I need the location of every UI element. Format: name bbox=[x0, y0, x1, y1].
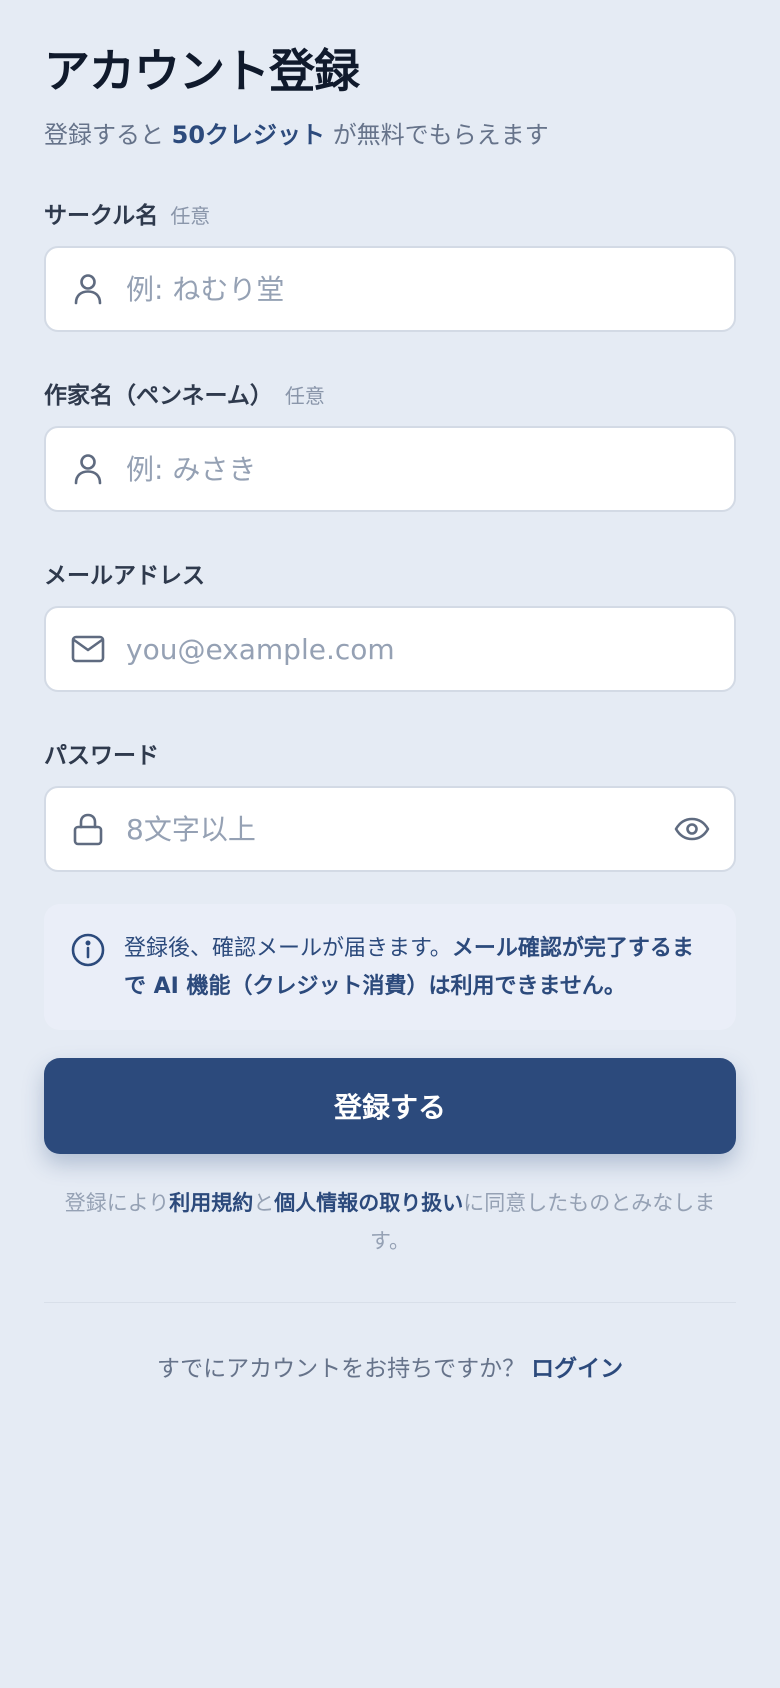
password-input-box[interactable] bbox=[44, 786, 736, 872]
author-name-label: 作家名（ペンネーム） bbox=[44, 383, 273, 409]
author-name-input[interactable] bbox=[126, 439, 734, 499]
terms-of-service-link[interactable]: 利用規約 bbox=[169, 1191, 253, 1215]
login-link[interactable]: ログイン bbox=[531, 1356, 623, 1382]
password-field: パスワード bbox=[44, 736, 736, 872]
terms-pre: 登録により bbox=[64, 1191, 170, 1215]
circle-name-input[interactable] bbox=[126, 259, 734, 319]
eye-icon[interactable] bbox=[672, 809, 712, 849]
circle-name-label: サークル名 bbox=[44, 203, 159, 229]
email-field: メールアドレス bbox=[44, 556, 736, 692]
circle-name-label-row: サークル名 任意 bbox=[44, 196, 736, 230]
page-title: アカウント登録 bbox=[44, 44, 360, 98]
email-input[interactable] bbox=[126, 619, 734, 679]
user-icon bbox=[70, 271, 106, 307]
email-label-row: メールアドレス bbox=[44, 556, 736, 590]
mail-icon bbox=[70, 631, 106, 667]
password-input[interactable] bbox=[126, 799, 672, 859]
circle-name-field: サークル名 任意 bbox=[44, 196, 736, 332]
email-label: メールアドレス bbox=[44, 563, 205, 589]
info-icon bbox=[70, 932, 106, 968]
terms-mid: と bbox=[253, 1191, 275, 1215]
subtitle-post: が無料でもらえます bbox=[332, 121, 549, 149]
notice-plain: 登録後、確認メールが届きます。 bbox=[124, 936, 452, 961]
password-label-row: パスワード bbox=[44, 736, 736, 770]
subtitle-pre: 登録すると bbox=[44, 121, 164, 149]
circle-name-input-box[interactable] bbox=[44, 246, 736, 332]
terms-text: 登録により利用規約と個人情報の取り扱いに同意したものとみなします。 bbox=[44, 1184, 736, 1260]
divider bbox=[44, 1302, 736, 1303]
privacy-policy-link[interactable]: 個人情報の取り扱い bbox=[274, 1191, 463, 1215]
notice-text: 登録後、確認メールが届きます。メール確認が完了するまで AI 機能（クレジット消… bbox=[124, 930, 706, 1006]
register-button[interactable]: 登録する bbox=[44, 1058, 736, 1154]
email-input-box[interactable] bbox=[44, 606, 736, 692]
author-name-input-box[interactable] bbox=[44, 426, 736, 512]
optional-badge: 任意 bbox=[284, 384, 325, 408]
lock-icon bbox=[70, 811, 106, 847]
credit-highlight: 50クレジット bbox=[171, 121, 326, 149]
author-name-label-row: 作家名（ペンネーム） 任意 bbox=[44, 376, 736, 410]
user-icon bbox=[70, 451, 106, 487]
verification-notice: 登録後、確認メールが届きます。メール確認が完了するまで AI 機能（クレジット消… bbox=[44, 904, 736, 1030]
signup-page: アカウント登録 登録すると 50クレジット が無料でもらえます サークル名 任意… bbox=[44, 40, 736, 1383]
author-name-field: 作家名（ペンネーム） 任意 bbox=[44, 376, 736, 512]
page-subtitle: 登録すると 50クレジット が無料でもらえます bbox=[44, 118, 736, 152]
login-prompt-row: すでにアカウントをお持ちですか？ ログイン bbox=[44, 1349, 736, 1383]
optional-badge: 任意 bbox=[170, 204, 211, 228]
login-prompt: すでにアカウントをお持ちですか？ bbox=[156, 1356, 526, 1382]
password-label: パスワード bbox=[44, 743, 159, 769]
